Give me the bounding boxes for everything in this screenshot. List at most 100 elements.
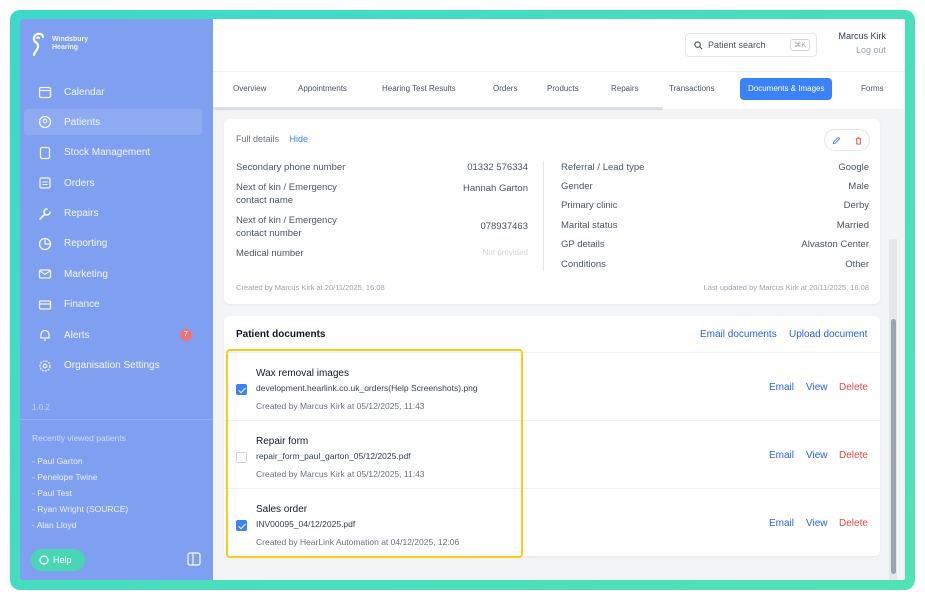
document-meta: Created by HearLink Automation at 04/12/… xyxy=(256,537,460,547)
wrench-icon xyxy=(38,207,52,221)
tab-documents-images[interactable]: Documents & Images xyxy=(740,78,833,100)
sidebar-item-label: Calendar xyxy=(64,86,105,98)
logout-link[interactable]: Log out xyxy=(856,45,886,55)
page-scrollbar-thumb[interactable] xyxy=(891,319,896,574)
tab-forms[interactable]: Forms xyxy=(861,78,884,100)
email-document-link[interactable]: Email xyxy=(769,518,794,529)
app-window: Windsbury Hearing Calendar Patients Stoc… xyxy=(20,19,905,580)
tab-repairs[interactable]: Repairs xyxy=(611,78,639,100)
edit-button[interactable] xyxy=(825,130,847,150)
recent-patients-heading: Recently viewed patients xyxy=(32,433,127,443)
sidebar-item-marketing[interactable]: Marketing xyxy=(24,261,202,287)
search-icon xyxy=(694,40,703,49)
detail-label: Primary clinic xyxy=(561,200,618,211)
created-note: Created by Marcus Kirk at 20/11/2025, 16… xyxy=(236,283,385,292)
recent-patient-link[interactable]: - Ryan Wright (SOURCE) xyxy=(32,501,128,517)
view-document-link[interactable]: View xyxy=(806,382,828,393)
detail-value: Married xyxy=(836,220,869,231)
chart-icon xyxy=(38,237,52,251)
sidebar-item-patients[interactable]: Patients xyxy=(24,109,202,136)
logo-line1: Windsbury xyxy=(52,36,89,43)
detail-value: Derby xyxy=(843,200,869,211)
detail-label: Referral / Lead type xyxy=(561,162,645,173)
brand-logo[interactable]: Windsbury Hearing xyxy=(30,31,88,57)
help-button[interactable]: Help xyxy=(31,549,85,571)
tab-orders[interactable]: Orders xyxy=(493,78,517,100)
logo-line2: Hearing xyxy=(52,44,79,51)
documents-heading: Patient documents xyxy=(236,329,326,340)
details-actions xyxy=(824,129,870,151)
detail-value: Other xyxy=(845,259,869,270)
delete-document-link[interactable]: Delete xyxy=(839,382,868,393)
recent-patient-link[interactable]: - Alan Lloyd xyxy=(32,517,128,533)
document-checkbox[interactable] xyxy=(236,384,247,395)
delete-document-link[interactable]: Delete xyxy=(839,518,868,529)
detail-value: 078937463 xyxy=(480,221,528,232)
delete-document-link[interactable]: Delete xyxy=(839,450,868,461)
sidebar-nav: Calendar Patients Stock Management Order… xyxy=(24,79,202,383)
search-placeholder: Patient search xyxy=(708,40,766,50)
detail-value: Male xyxy=(848,181,869,192)
details-divider xyxy=(543,161,544,271)
trash-icon xyxy=(855,136,861,145)
updated-note: Last updated by Marcus Kirk at 20/11/202… xyxy=(703,283,869,292)
email-document-link[interactable]: Email xyxy=(769,450,794,461)
view-document-link[interactable]: View xyxy=(806,450,828,461)
sidebar-item-label: Repairs xyxy=(64,208,99,220)
sidebar-item-stock[interactable]: Stock Management xyxy=(24,140,202,166)
sidebar-item-organisation-settings[interactable]: Organisation Settings xyxy=(24,353,202,379)
details-heading: Full details xyxy=(236,134,280,144)
document-row: Sales order INV00095_04/12/2025.pdf Crea… xyxy=(224,489,880,557)
document-meta: Created by Marcus Kirk at 05/12/2025, 11… xyxy=(256,401,425,411)
document-checkbox[interactable] xyxy=(236,452,247,463)
top-bar: Patient search ⌘K Marcus Kirk Log out xyxy=(213,19,905,71)
detail-value: Google xyxy=(838,162,869,173)
document-filename: INV00095_04/12/2025.pdf xyxy=(256,519,356,529)
alerts-badge: 7 xyxy=(180,329,192,342)
search-shortcut: ⌘K xyxy=(790,39,810,51)
app-version: 1.0.2 xyxy=(32,403,50,412)
recent-patient-link[interactable]: - Paul Test xyxy=(32,485,128,501)
pencil-icon xyxy=(832,136,840,144)
sidebar-item-reporting[interactable]: Reporting xyxy=(24,231,202,257)
main-content: Patient search ⌘K Marcus Kirk Log out Ov… xyxy=(213,19,905,580)
patient-search-input[interactable]: Patient search ⌘K xyxy=(685,33,817,57)
patient-details-card: Full details Hide Secondary phone number… xyxy=(224,119,880,304)
sidebar-item-calendar[interactable]: Calendar xyxy=(24,79,202,105)
collapse-sidebar-icon[interactable] xyxy=(187,552,201,566)
email-documents-link[interactable]: Email documents xyxy=(700,329,777,340)
recent-patient-link[interactable]: - Paul Garton xyxy=(32,453,128,469)
sidebar: Windsbury Hearing Calendar Patients Stoc… xyxy=(20,19,213,580)
recent-patient-link[interactable]: - Penelope Twine xyxy=(32,469,128,485)
document-row: Repair form repair_form_paul_garton_05/1… xyxy=(224,421,880,489)
detail-label: Medical number xyxy=(236,248,304,259)
detail-label: Gender xyxy=(561,181,593,192)
sidebar-item-label: Organisation Settings xyxy=(64,360,160,372)
help-label: Help xyxy=(53,555,72,565)
view-document-link[interactable]: View xyxy=(806,518,828,529)
tab-overview[interactable]: Overview xyxy=(233,78,266,100)
sidebar-item-label: Orders xyxy=(64,177,95,189)
tab-hearing-test-results[interactable]: Hearing Test Results xyxy=(382,78,456,100)
sidebar-item-finance[interactable]: Finance xyxy=(24,292,202,318)
tab-transactions[interactable]: Transactions xyxy=(669,78,715,100)
hide-details-link[interactable]: Hide xyxy=(290,134,309,144)
sidebar-item-alerts[interactable]: Alerts 7 xyxy=(24,322,202,348)
sidebar-item-repairs[interactable]: Repairs xyxy=(24,201,202,227)
gear-icon xyxy=(38,359,52,373)
sidebar-item-orders[interactable]: Orders xyxy=(24,170,202,196)
document-checkbox[interactable] xyxy=(236,520,247,531)
sidebar-item-label: Reporting xyxy=(64,238,108,250)
tabs-scrollbar[interactable] xyxy=(213,107,663,110)
detail-value: Hannah Garton xyxy=(463,183,528,194)
email-document-link[interactable]: Email xyxy=(769,382,794,393)
bell-icon xyxy=(38,328,52,342)
sidebar-item-label: Alerts xyxy=(64,329,90,341)
document-name: Sales order xyxy=(256,504,308,515)
mail-icon xyxy=(38,267,52,281)
tab-appointments[interactable]: Appointments xyxy=(298,78,347,100)
sidebar-divider xyxy=(20,419,213,420)
upload-document-link[interactable]: Upload document xyxy=(789,329,867,340)
delete-patient-button[interactable] xyxy=(847,130,869,150)
tab-products[interactable]: Products xyxy=(547,78,579,100)
